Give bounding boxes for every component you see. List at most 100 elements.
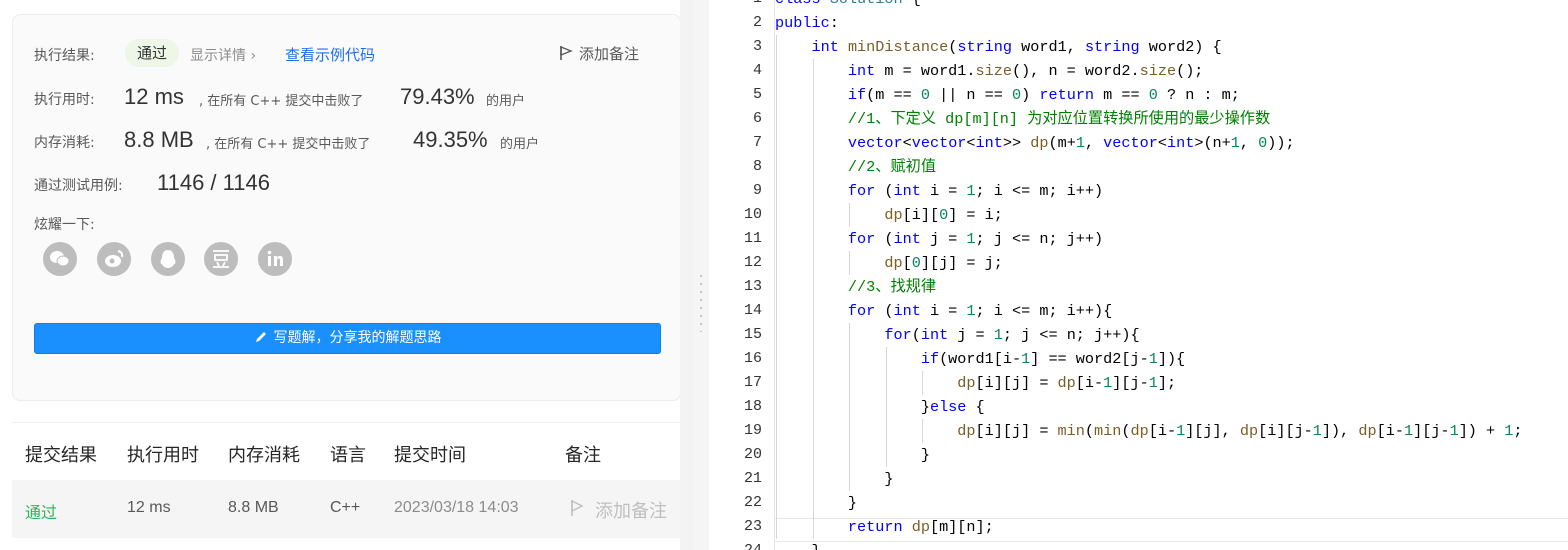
line-number: 23 (743, 518, 762, 535)
line-number: 1 (712, 0, 762, 7)
weibo-icon[interactable] (97, 242, 131, 276)
line-number: 9 (752, 182, 762, 199)
code-line[interactable]: //3、找规律 (775, 275, 936, 299)
code-line[interactable]: if(word1[i-1] == word2[j-1]){ (775, 347, 1185, 371)
line-number: 4 (752, 62, 762, 79)
runtime-suffix: 的用户 (486, 94, 526, 109)
col-note-header: 备注 (565, 445, 601, 466)
code-line[interactable]: return dp[m][n]; (775, 515, 994, 539)
wechat-icon[interactable] (43, 242, 77, 276)
status-badge: 通过 (125, 39, 179, 67)
line-number: 6 (752, 110, 762, 127)
row-memory: 8.8 MB (228, 499, 279, 516)
pencil-icon (255, 332, 266, 342)
line-number: 17 (743, 374, 762, 391)
line-number: 5 (752, 86, 762, 103)
runtime-value: 12 ms (124, 84, 184, 109)
share-label: 炫耀一下: (34, 217, 95, 233)
line-number: 11 (743, 230, 762, 247)
code-line[interactable]: vector<vector<int>> dp(m+1, vector<int>(… (775, 131, 1295, 155)
indent-guide (812, 59, 814, 539)
douban-icon[interactable] (204, 242, 238, 276)
code-line[interactable]: if(m == 0 || n == 0) return m == 0 ? n :… (775, 83, 1240, 107)
flag-icon (571, 499, 584, 516)
show-details-link[interactable]: 显示详情 › (190, 45, 256, 65)
indent-guide (922, 371, 924, 395)
code-line[interactable]: dp[i][j] = dp[i-1][j-1]; (775, 371, 1176, 395)
memory-value: 8.8 MB (124, 127, 194, 152)
line-number: 24 (712, 542, 762, 550)
line-number: 10 (743, 206, 762, 223)
col-time-header: 提交时间 (394, 445, 466, 466)
indent-guide (849, 203, 851, 227)
table-row[interactable]: 通过 12 ms 8.8 MB C++ 2023/03/18 14:03 添加备… (12, 480, 683, 538)
code-line[interactable]: }else { (775, 395, 985, 419)
add-note-label: 添加备注 (579, 45, 640, 63)
write-solution-label: 写题解，分享我的解题思路 (273, 330, 442, 346)
panel-resize-handle[interactable] (693, 0, 709, 550)
submission-result-panel: 执行结果: 通过 显示详情 › 查看示例代码 添加备注 执行用时: 12 ms … (0, 0, 693, 550)
code-line[interactable]: for (int i = 1; i <= m; i++){ (775, 299, 1112, 323)
code-line[interactable]: dp[i][j] = min(min(dp[i-1][j], dp[i][j-1… (775, 419, 1522, 443)
col-memory-header: 内存消耗 (228, 445, 300, 466)
drag-handle-icon (700, 272, 702, 332)
line-number: 18 (743, 398, 762, 415)
memory-suffix: 的用户 (500, 137, 540, 152)
code-line[interactable]: public: (775, 11, 839, 35)
line-number: 12 (743, 254, 762, 271)
write-solution-button[interactable]: 写题解，分享我的解题思路 (34, 323, 661, 354)
code-line[interactable]: for (int i = 1; i <= m; i++) (775, 179, 1103, 203)
flag-icon (560, 45, 573, 60)
tests-value: 1146 / 1146 (157, 170, 270, 195)
row-status-link[interactable]: 通过 (25, 499, 57, 523)
col-runtime-header: 执行用时 (127, 445, 199, 466)
memory-percent: 49.35% (413, 127, 488, 152)
code-line[interactable]: } (775, 539, 820, 550)
code-line[interactable]: int m = word1.size(), n = word2.size(); (775, 59, 1204, 83)
code-line[interactable]: class Solution { (775, 0, 921, 11)
indent-guide (849, 323, 851, 491)
line-number: 13 (743, 278, 762, 295)
indent-guide (849, 251, 851, 275)
qq-icon[interactable] (151, 242, 185, 276)
memory-label: 内存消耗: (34, 135, 95, 151)
line-number: 3 (752, 38, 762, 55)
indent-guide (922, 419, 924, 443)
line-number: 7 (752, 134, 762, 151)
code-line[interactable]: for(int j = 1; j <= n; j++){ (775, 323, 1139, 347)
code-line[interactable]: } (775, 443, 930, 467)
runtime-percent: 79.43% (400, 84, 475, 109)
line-number: 8 (752, 158, 762, 175)
line-number: 15 (743, 326, 762, 343)
code-line[interactable]: dp[0][j] = j; (775, 251, 1003, 275)
col-language-header: 语言 (330, 445, 366, 466)
code-line[interactable]: } (775, 491, 857, 515)
tests-label: 通过测试用例: (34, 178, 123, 194)
panel-scrollbar[interactable] (680, 0, 693, 550)
code-line[interactable]: //1、下定义 dp[m][n] 为对应位置转换所使用的最少操作数 (775, 107, 1270, 131)
col-status-header: 提交结果 (25, 445, 97, 466)
view-example-code-link[interactable]: 查看示例代码 (285, 44, 375, 65)
row-runtime: 12 ms (127, 499, 171, 516)
code-line[interactable]: int minDistance(string word1, string wor… (775, 35, 1221, 59)
code-line[interactable]: //2、赋初值 (775, 155, 936, 179)
line-number: 22 (743, 494, 762, 511)
memory-beat-text: , 在所有 C++ 提交中击败了 (206, 137, 371, 152)
code-line[interactable]: dp[i][0] = i; (775, 203, 1003, 227)
line-number: 19 (743, 422, 762, 439)
code-editor[interactable]: 123456789101112131415161718192021222324 … (709, 0, 1568, 550)
linkedin-icon[interactable] (258, 242, 292, 276)
indent-guide (776, 35, 777, 539)
line-number: 21 (743, 470, 762, 487)
line-number-gutter: 123456789101112131415161718192021222324 (709, 0, 775, 550)
code-line[interactable]: } (775, 467, 893, 491)
result-card: 执行结果: 通过 显示详情 › 查看示例代码 添加备注 执行用时: 12 ms … (12, 14, 681, 401)
line-number: 20 (743, 446, 762, 463)
runtime-beat-text: , 在所有 C++ 提交中击败了 (199, 94, 364, 109)
status-label: 执行结果: (34, 48, 95, 64)
code-line[interactable]: for (int j = 1; j <= n; j++) (775, 227, 1103, 251)
table-header: 提交结果 执行用时 内存消耗 语言 提交时间 备注 (12, 422, 683, 480)
row-add-note-label: 添加备注 (595, 501, 667, 522)
line-number: 16 (743, 350, 762, 367)
line-number: 2 (752, 14, 762, 31)
